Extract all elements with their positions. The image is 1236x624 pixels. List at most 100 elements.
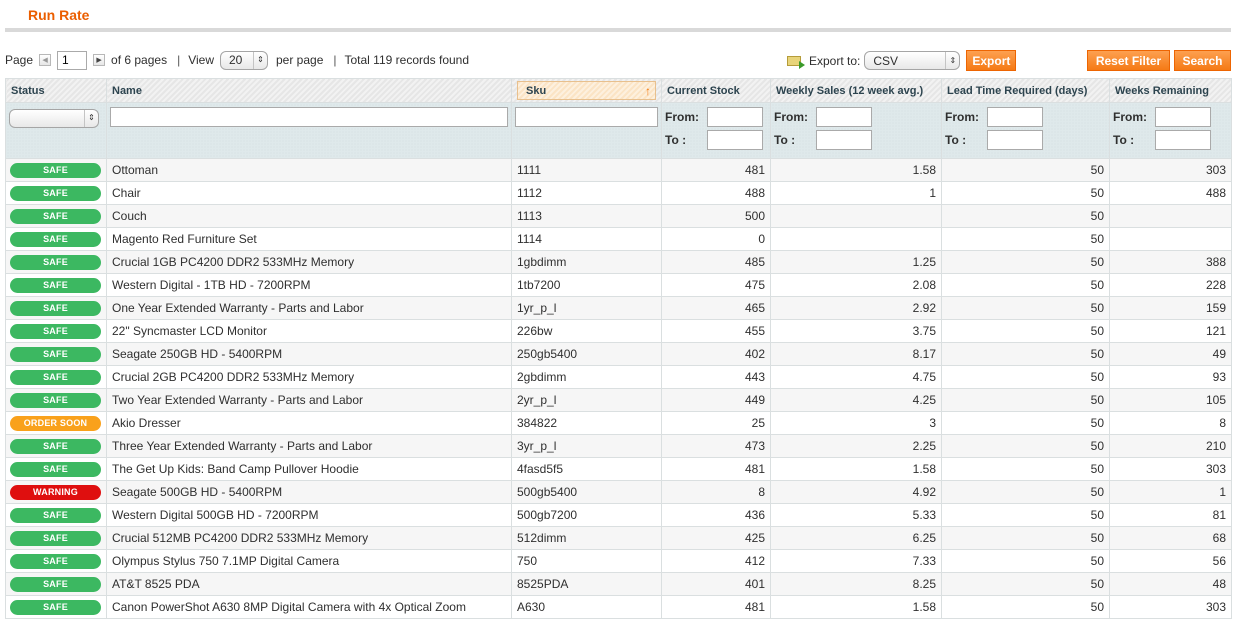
table-row[interactable]: SAFE Ottoman 1111 481 1.58 50 303 xyxy=(5,158,1232,182)
lead-time-cell: 50 xyxy=(941,227,1110,251)
column-header-sku[interactable]: Sku ↑ xyxy=(511,78,662,103)
status-cell: SAFE xyxy=(5,434,107,458)
name-filter-cell xyxy=(106,102,512,159)
sku-cell: 1yr_p_l xyxy=(511,296,662,320)
weekly-sales-to-input[interactable] xyxy=(816,130,872,150)
weekly-sales-cell: 3 xyxy=(770,411,942,435)
page-number-input[interactable] xyxy=(57,50,88,70)
name-cell: Seagate 250GB HD - 5400RPM xyxy=(106,342,512,366)
weeks-remaining-cell: 488 xyxy=(1109,181,1232,205)
table-row[interactable]: SAFE Crucial 2GB PC4200 DDR2 533MHz Memor… xyxy=(5,365,1232,389)
status-cell: SAFE xyxy=(5,273,107,297)
per-page-select[interactable]: 20 ⇕ xyxy=(220,50,268,70)
lead-time-to-input[interactable] xyxy=(987,130,1043,150)
updown-arrows-icon: ⇕ xyxy=(253,51,267,69)
lead-time-cell: 50 xyxy=(941,158,1110,182)
status-cell: WARNING xyxy=(5,480,107,504)
reset-filter-button[interactable]: Reset Filter xyxy=(1087,50,1170,71)
column-header-name[interactable]: Name xyxy=(106,78,512,103)
weeks-remaining-cell xyxy=(1109,204,1232,228)
status-cell: SAFE xyxy=(5,365,107,389)
column-header-status[interactable]: Status xyxy=(5,78,107,103)
to-label: To : xyxy=(1113,133,1135,147)
name-cell: Akio Dresser xyxy=(106,411,512,435)
table-row[interactable]: SAFE AT&T 8525 PDA 8525PDA 401 8.25 50 48 xyxy=(5,572,1232,596)
table-row[interactable]: SAFE Western Digital - 1TB HD - 7200RPM 1t… xyxy=(5,273,1232,297)
export-format-select[interactable]: CSV ⇕ xyxy=(864,51,961,70)
weekly-sales-cell: 5.33 xyxy=(770,503,942,527)
weeks-remaining-cell: 8 xyxy=(1109,411,1232,435)
current-stock-cell: 412 xyxy=(661,549,771,573)
lead-time-cell: 50 xyxy=(941,549,1110,573)
lead-time-from-input[interactable] xyxy=(987,107,1043,127)
stock-from-input[interactable] xyxy=(707,107,763,127)
pager-separator: | xyxy=(177,53,181,67)
lead-time-cell: 50 xyxy=(941,595,1110,619)
lead-time-cell: 50 xyxy=(941,204,1110,228)
previous-page-button[interactable]: ◀ xyxy=(39,54,52,66)
table-row[interactable]: SAFE Three Year Extended Warranty - Parts… xyxy=(5,434,1232,458)
weeks-remaining-cell: 56 xyxy=(1109,549,1232,573)
table-row[interactable]: SAFE 22" Syncmaster LCD Monitor 226bw 455 3.… xyxy=(5,319,1232,343)
page-title: Run Rate xyxy=(28,7,90,23)
name-filter-input[interactable] xyxy=(110,107,508,127)
weeks-remaining-cell: 210 xyxy=(1109,434,1232,458)
table-row[interactable]: SAFE Magento Red Furniture Set 1114 0 50 xyxy=(5,227,1232,251)
column-header-weekly-sales[interactable]: Weekly Sales (12 week avg.) xyxy=(770,78,942,103)
current-stock-cell: 481 xyxy=(661,158,771,182)
table-row[interactable]: SAFE One Year Extended Warranty - Parts a… xyxy=(5,296,1232,320)
status-cell: SAFE xyxy=(5,342,107,366)
name-cell: One Year Extended Warranty - Parts and L… xyxy=(106,296,512,320)
column-header-lead-time[interactable]: Lead Time Required (days) xyxy=(941,78,1110,103)
weekly-sales-cell: 1 xyxy=(770,181,942,205)
updown-arrows-icon: ⇕ xyxy=(945,52,959,69)
status-badge: SAFE xyxy=(10,231,101,247)
stock-to-input[interactable] xyxy=(707,130,763,150)
export-button[interactable]: Export xyxy=(966,50,1017,71)
next-page-button[interactable]: ▶ xyxy=(93,54,106,66)
weeks-remaining-to-input[interactable] xyxy=(1155,130,1211,150)
status-badge: SAFE xyxy=(10,530,101,546)
sku-cell: 250gb5400 xyxy=(511,342,662,366)
sku-sort-button[interactable]: Sku ↑ xyxy=(517,81,656,100)
table-row[interactable]: SAFE Chair 1112 488 1 50 488 xyxy=(5,181,1232,205)
to-label: To : xyxy=(945,133,967,147)
table-row[interactable]: SAFE Couch 1113 500 50 xyxy=(5,204,1232,228)
column-header-weeks-remaining[interactable]: Weeks Remaining xyxy=(1109,78,1232,103)
table-row[interactable]: SAFE Olympus Stylus 750 7.1MP Digital Cam… xyxy=(5,549,1232,573)
weeks-remaining-cell: 93 xyxy=(1109,365,1232,389)
status-cell: SAFE xyxy=(5,319,107,343)
weeks-remaining-from-input[interactable] xyxy=(1155,107,1211,127)
table-row[interactable]: SAFE Crucial 512MB PC4200 DDR2 533MHz Mem… xyxy=(5,526,1232,550)
table-row[interactable]: SAFE Seagate 250GB HD - 5400RPM 250gb5400 4… xyxy=(5,342,1232,366)
weekly-sales-cell: 8.17 xyxy=(770,342,942,366)
pager: Page ◀ ▶ of 6 pages | View 20 ⇕ per page… xyxy=(5,50,475,70)
table-row[interactable]: WARNING Seagate 500GB HD - 5400RPM 500gb54… xyxy=(5,480,1232,504)
name-cell: Couch xyxy=(106,204,512,228)
table-row[interactable]: SAFE The Get Up Kids: Band Camp Pullover … xyxy=(5,457,1232,481)
status-filter-select[interactable]: ⇕ xyxy=(9,108,99,128)
status-badge: SAFE xyxy=(10,300,101,316)
name-cell: Chair xyxy=(106,181,512,205)
table-row[interactable]: ORDER SOON Akio Dresser 384822 25 3 50 8 xyxy=(5,411,1232,435)
weekly-sales-cell: 1.58 xyxy=(770,595,942,619)
current-stock-cell: 500 xyxy=(661,204,771,228)
table-row[interactable]: SAFE Two Year Extended Warranty - Parts a… xyxy=(5,388,1232,412)
weeks-remaining-cell: 48 xyxy=(1109,572,1232,596)
sku-filter-input[interactable] xyxy=(515,107,658,127)
weekly-sales-from-input[interactable] xyxy=(816,107,872,127)
triangle-right-icon: ▶ xyxy=(96,57,102,64)
sku-cell: 1tb7200 xyxy=(511,273,662,297)
status-badge: SAFE xyxy=(10,254,101,270)
name-cell: Ottoman xyxy=(106,158,512,182)
weekly-sales-cell: 3.75 xyxy=(770,319,942,343)
weekly-sales-cell: 2.92 xyxy=(770,296,942,320)
table-row[interactable]: SAFE Western Digital 500GB HD - 7200RPM 50… xyxy=(5,503,1232,527)
name-cell: Western Digital - 1TB HD - 7200RPM xyxy=(106,273,512,297)
search-button[interactable]: Search xyxy=(1174,50,1231,71)
table-row[interactable]: SAFE Canon PowerShot A630 8MP Digital Cam… xyxy=(5,595,1232,619)
sku-cell: 226bw xyxy=(511,319,662,343)
column-header-current-stock[interactable]: Current Stock xyxy=(661,78,771,103)
weeks-remaining-cell xyxy=(1109,227,1232,251)
table-row[interactable]: SAFE Crucial 1GB PC4200 DDR2 533MHz Memor… xyxy=(5,250,1232,274)
